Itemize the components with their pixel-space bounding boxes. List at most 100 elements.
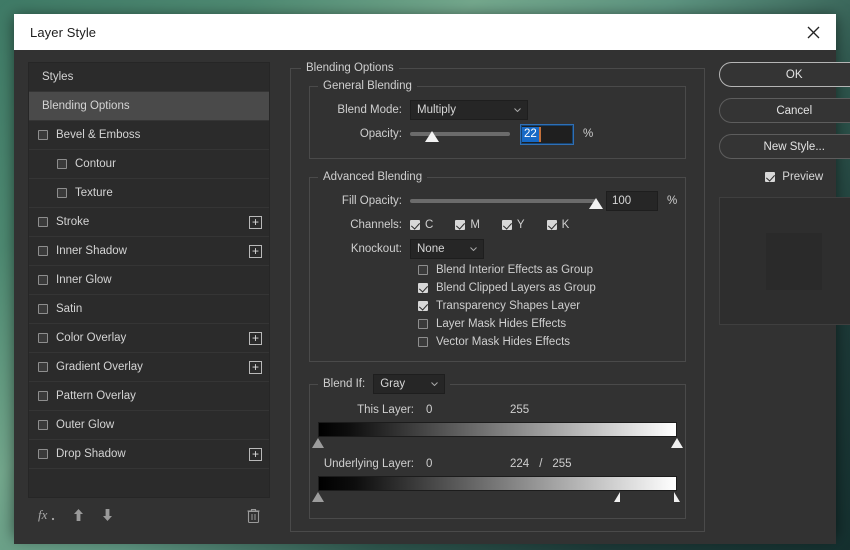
preview-checkbox[interactable] [765, 172, 776, 182]
cancel-button[interactable]: Cancel [719, 98, 850, 123]
this-layer-label: This Layer: [357, 404, 414, 416]
fill-opacity-label: Fill Opacity: [341, 195, 402, 207]
sidebar-item-label: Contour [75, 158, 116, 170]
move-up-icon[interactable] [72, 508, 85, 522]
knockout-label: Knockout: [350, 243, 402, 255]
styles-list[interactable]: Styles Blending Options Bevel & Emboss Cont… [28, 62, 270, 498]
opacity-slider[interactable] [410, 124, 510, 144]
sidebar-item-label: Styles [42, 71, 74, 83]
sidebar-item-bevel-emboss[interactable]: Bevel & Emboss [29, 121, 269, 150]
sidebar-item-inner-glow[interactable]: Inner Glow [29, 266, 269, 295]
this-layer-black-handle[interactable] [312, 438, 324, 448]
sidebar-item-inner-shadow[interactable]: Inner Shadow + [29, 237, 269, 266]
sidebar-item-label: Gradient Overlay [56, 361, 143, 373]
effect-checkbox[interactable] [38, 217, 48, 227]
layer-style-dialog: Layer Style Styles Blending Options Bevel … [14, 14, 850, 544]
option-blend-interior-effects-as-group[interactable]: Blend Interior Effects as Group [318, 261, 677, 279]
this-layer-white-handle[interactable] [671, 438, 684, 448]
add-effect-button[interactable]: + [249, 244, 262, 258]
fill-opacity-percent-label: % [667, 195, 678, 207]
channel-checkbox[interactable] [455, 220, 466, 230]
channel-y[interactable]: Y [501, 219, 525, 231]
knockout-select[interactable]: None [410, 239, 484, 259]
opacity-slider-thumb[interactable] [425, 131, 439, 142]
blend-if-label: Blend If: [323, 378, 366, 390]
sidebar-item-label: Texture [75, 187, 113, 199]
effect-checkbox[interactable] [38, 246, 48, 256]
underlying-layer-white-high-handle[interactable] [673, 492, 680, 502]
add-effect-button[interactable]: + [249, 331, 262, 345]
sidebar-item-gradient-overlay[interactable]: Gradient Overlay + [29, 353, 269, 382]
effect-checkbox[interactable] [38, 333, 48, 343]
sidebar-item-texture[interactable]: Texture [29, 179, 269, 208]
fill-opacity-input[interactable]: 100 [606, 191, 658, 211]
sidebar-item-stroke[interactable]: Stroke + [29, 208, 269, 237]
option-checkbox[interactable] [418, 301, 428, 311]
add-effect-button[interactable]: + [249, 360, 262, 374]
channel-checkbox[interactable] [410, 220, 420, 230]
channel-k[interactable]: K [546, 219, 569, 231]
channel-checkbox[interactable] [546, 220, 557, 230]
blend-if-channel-select[interactable]: Gray [373, 374, 446, 394]
fx-icon[interactable]: fx [38, 507, 56, 523]
move-down-icon[interactable] [101, 508, 114, 522]
effect-checkbox[interactable] [57, 188, 67, 198]
effect-checkbox[interactable] [38, 275, 48, 285]
delete-icon[interactable] [247, 508, 260, 523]
fill-opacity-value: 100 [612, 195, 632, 207]
close-glyph [807, 26, 819, 38]
fill-opacity-slider-thumb[interactable] [589, 198, 603, 209]
sidebar-item-contour[interactable]: Contour [29, 150, 269, 179]
underlying-layer-white-high-value: 255 [552, 458, 572, 470]
effect-checkbox[interactable] [38, 420, 48, 430]
blend-mode-select[interactable]: Multiply [410, 100, 528, 120]
effect-checkbox[interactable] [38, 130, 48, 140]
this-layer-handles [312, 437, 684, 450]
sidebar-item-color-overlay[interactable]: Color Overlay + [29, 324, 269, 353]
opacity-input[interactable]: 22 [520, 123, 574, 145]
preview-toggle[interactable]: Preview [719, 171, 850, 183]
channels-label: Channels: [350, 219, 402, 231]
channel-label: C [425, 219, 434, 231]
sidebar-item-satin[interactable]: Satin [29, 295, 269, 324]
add-effect-button[interactable]: + [249, 215, 262, 229]
channel-m[interactable]: M [455, 219, 480, 231]
sidebar-item-outer-glow[interactable]: Outer Glow [29, 411, 269, 440]
underlying-layer-black-handle[interactable] [312, 492, 324, 502]
sidebar-item-drop-shadow[interactable]: Drop Shadow + [29, 440, 269, 469]
option-checkbox[interactable] [418, 319, 428, 329]
general-blending-legend: General Blending [323, 80, 412, 92]
option-checkbox[interactable] [418, 265, 428, 275]
sidebar-item-pattern-overlay[interactable]: Pattern Overlay [29, 382, 269, 411]
effect-checkbox[interactable] [38, 362, 48, 372]
option-blend-clipped-layers-as-group[interactable]: Blend Clipped Layers as Group [318, 279, 677, 297]
option-vector-mask-hides-effects[interactable]: Vector Mask Hides Effects [318, 333, 677, 351]
option-checkbox[interactable] [418, 337, 428, 347]
fill-opacity-slider[interactable] [410, 191, 603, 211]
preview-thumbnail [719, 197, 850, 325]
underlying-layer-white-low-handle[interactable] [613, 492, 620, 502]
effect-checkbox[interactable] [38, 391, 48, 401]
channel-c[interactable]: C [410, 219, 433, 231]
close-icon[interactable] [790, 14, 836, 50]
channel-checkbox[interactable] [501, 220, 512, 230]
sidebar-item-styles[interactable]: Styles [29, 63, 269, 92]
effect-checkbox[interactable] [38, 304, 48, 314]
ok-button[interactable]: OK [719, 62, 850, 87]
option-checkbox[interactable] [418, 283, 428, 293]
effect-checkbox[interactable] [38, 449, 48, 459]
preview-swatch [766, 232, 823, 290]
add-effect-button[interactable]: + [249, 447, 262, 461]
sidebar-item-label: Pattern Overlay [56, 390, 136, 402]
sidebar-item-label: Stroke [56, 216, 90, 228]
opacity-percent-label: % [583, 128, 594, 140]
advanced-options-list: Blend Interior Effects as Group Blend Cli… [318, 261, 677, 351]
new-style-button[interactable]: New Style... [719, 134, 850, 159]
sidebar-item-blending-options[interactable]: Blending Options [29, 92, 269, 121]
underlying-layer-label: Underlying Layer: [323, 458, 414, 470]
blending-options-pane: Blending Options General Blending Blend … [290, 62, 706, 532]
option-transparency-shapes-layer[interactable]: Transparency Shapes Layer [318, 297, 677, 315]
fill-opacity-track [410, 199, 596, 203]
effect-checkbox[interactable] [57, 159, 67, 169]
option-layer-mask-hides-effects[interactable]: Layer Mask Hides Effects [318, 315, 677, 333]
